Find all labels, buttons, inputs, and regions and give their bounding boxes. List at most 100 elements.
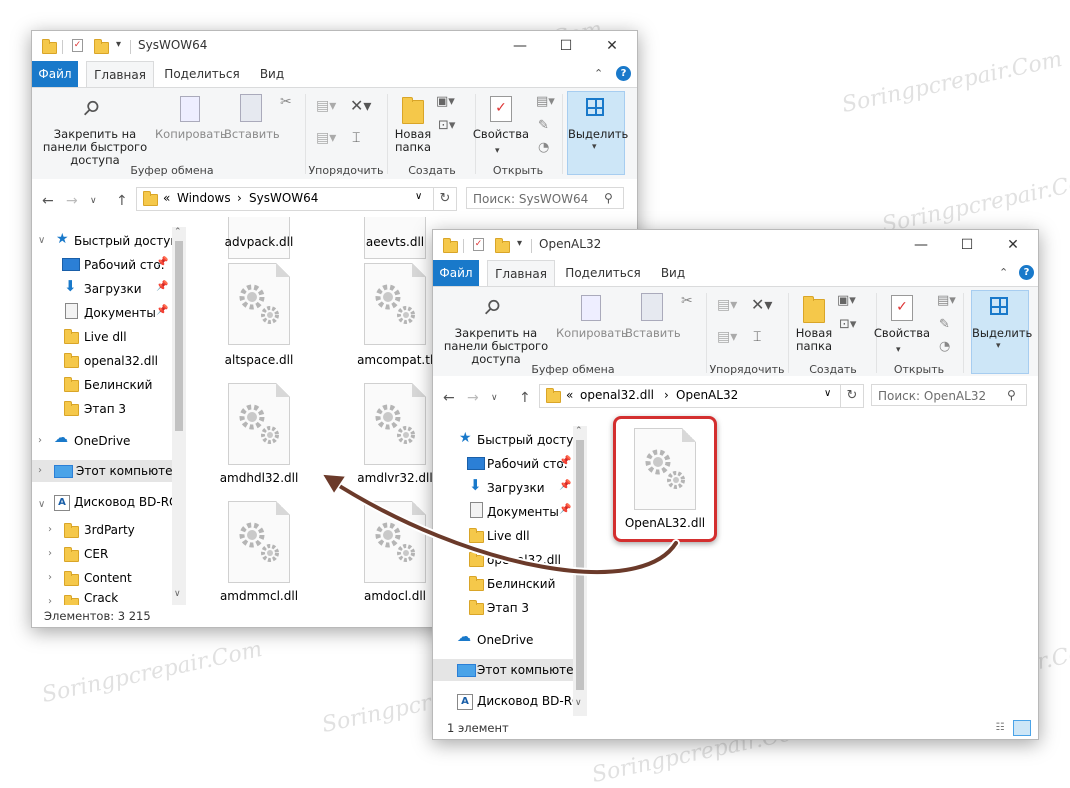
nav-item-this-pc[interactable]: Этот компьютер [433, 659, 581, 681]
tab-share[interactable]: Поделиться [162, 61, 242, 87]
history-icon[interactable]: ◔ [538, 140, 549, 155]
search-input[interactable]: Поиск: SysWOW64 [466, 187, 624, 209]
nav-item-belinsky[interactable]: Белинский [84, 374, 152, 396]
file-name[interactable]: amdmmcl.dll [204, 589, 314, 603]
new-folder-quick-icon[interactable] [94, 39, 109, 54]
collapse-ribbon-icon[interactable]: ⌃ [999, 266, 1008, 279]
new-folder-quick-icon[interactable] [495, 238, 510, 253]
scroll-down-icon[interactable]: ∨ [174, 589, 181, 599]
nav-item-downloads[interactable]: Загрузки [84, 278, 142, 300]
copy-button[interactable]: Копировать [556, 327, 628, 340]
pin-to-quick-access-button[interactable]: Закрепить на панели быстрого доступа [36, 128, 154, 167]
breadcrumb-separator[interactable]: › [237, 191, 242, 205]
large-icons-view-icon[interactable] [1013, 720, 1031, 736]
breadcrumb-syswow64[interactable]: SysWOW64 [249, 191, 318, 205]
expand-chevron-icon[interactable]: › [48, 572, 52, 583]
nav-scrollbar-thumb[interactable] [576, 440, 584, 690]
expand-chevron-icon[interactable]: › [48, 524, 52, 535]
select-group[interactable]: Выделить ▾ [971, 290, 1032, 374]
properties-quick-icon[interactable]: ✓ [473, 238, 484, 251]
select-group[interactable]: Выделить ▾ [567, 91, 628, 175]
file-name[interactable]: advpack.dll [204, 235, 314, 249]
dll-file-gear-icon[interactable] [228, 263, 290, 345]
select-button[interactable]: Выделить [568, 128, 628, 141]
dll-file-gear-icon[interactable] [364, 501, 426, 583]
cut-icon[interactable]: ✂ [280, 94, 292, 110]
forward-arrow-icon[interactable]: → [467, 390, 479, 406]
select-button[interactable]: Выделить [972, 327, 1032, 340]
file-name[interactable]: altspace.dll [204, 353, 314, 367]
file-name[interactable]: OpenAL32.dll [610, 516, 720, 530]
expand-chevron-icon[interactable]: ∨ [38, 499, 45, 510]
nav-item-desktop[interactable]: Рабочий сто. [487, 453, 568, 475]
up-arrow-icon[interactable]: ↑ [116, 193, 128, 209]
nav-item-onedrive[interactable]: OneDrive [74, 430, 130, 452]
address-dropdown-icon[interactable]: ∨ [824, 388, 831, 399]
address-dropdown-icon[interactable]: ∨ [415, 191, 422, 202]
rename-icon[interactable]: ⌶ [352, 130, 360, 146]
new-item-icon[interactable]: ▣▾ [837, 293, 856, 308]
recent-dropdown-icon[interactable]: ∨ [491, 393, 498, 403]
back-arrow-icon[interactable]: ← [443, 390, 455, 406]
breadcrumb-overflow[interactable]: « [163, 191, 170, 205]
help-icon[interactable]: ? [616, 66, 631, 81]
maximize-button[interactable]: ☐ [543, 31, 589, 61]
customize-quick-access-icon[interactable]: ▾ [116, 39, 121, 50]
nav-item-desktop[interactable]: Рабочий сто. [84, 254, 165, 276]
search-input[interactable]: Поиск: OpenAL32 [871, 384, 1027, 406]
delete-icon[interactable]: ✕▾ [350, 96, 371, 115]
refresh-icon[interactable]: ↻ [434, 187, 457, 211]
nav-item-belinsky[interactable]: Белинский [487, 573, 555, 595]
properties-quick-icon[interactable]: ✓ [72, 39, 83, 52]
search-icon[interactable]: ⚲ [604, 191, 613, 205]
close-button[interactable]: ✕ [589, 31, 635, 61]
rename-icon[interactable]: ⌶ [753, 329, 761, 345]
open-dropdown-icon[interactable]: ▾ [896, 345, 901, 355]
minimize-button[interactable]: — [898, 230, 944, 260]
copy-button[interactable]: Копировать [155, 128, 227, 141]
refresh-icon[interactable]: ↻ [841, 384, 864, 408]
back-arrow-icon[interactable]: ← [42, 193, 54, 209]
nav-item-cer[interactable]: CER [84, 543, 108, 565]
tab-view[interactable]: Вид [252, 61, 292, 87]
breadcrumb-openal32-dll[interactable]: openal32.dll [580, 388, 654, 402]
nav-item-bd-rom[interactable]: Дисковод BD-ROI [74, 491, 182, 513]
dll-file-gear-icon[interactable] [228, 383, 290, 465]
copy-to-icon[interactable]: ▤▾ [316, 130, 336, 146]
nav-item-content[interactable]: Content [84, 567, 132, 589]
up-arrow-icon[interactable]: ↑ [519, 390, 531, 406]
nav-item-openal32[interactable]: openal32.dll [487, 549, 561, 571]
properties-button[interactable]: Свойства [472, 128, 530, 141]
edit-icon[interactable]: ✎ [939, 317, 950, 332]
dll-file-gear-icon[interactable] [364, 383, 426, 465]
nav-item-downloads[interactable]: Загрузки [487, 477, 545, 499]
expand-chevron-icon[interactable]: › [48, 548, 52, 559]
nav-item-live-dll[interactable]: Live dll [487, 525, 530, 547]
maximize-button[interactable]: ☐ [944, 230, 990, 260]
address-bar[interactable]: « openal32.dll › OpenAL32 ∨ [539, 384, 841, 408]
tab-file[interactable]: Файл [433, 260, 479, 286]
tab-home[interactable]: Главная [86, 61, 154, 88]
properties-button[interactable]: Свойства [873, 327, 931, 340]
expand-chevron-icon[interactable]: ∨ [38, 235, 45, 246]
tab-home[interactable]: Главная [487, 260, 555, 287]
nav-scrollbar[interactable]: ⌃ ∨ [172, 227, 186, 607]
breadcrumb-openal32[interactable]: OpenAL32 [676, 388, 738, 402]
nav-item-bd-rom[interactable]: Дисковод BD-ROI [477, 690, 585, 712]
breadcrumb-overflow[interactable]: « [566, 388, 573, 402]
open-dropdown-icon[interactable]: ▾ [495, 146, 500, 156]
tab-file[interactable]: Файл [32, 61, 78, 87]
nav-item-this-pc[interactable]: › Этот компьютер [32, 460, 180, 482]
new-folder-button[interactable]: Новая папка [791, 327, 837, 353]
tab-share[interactable]: Поделиться [563, 260, 643, 286]
easy-access-icon[interactable]: ⊡▾ [438, 118, 455, 133]
new-item-icon[interactable]: ▣▾ [436, 94, 455, 109]
delete-icon[interactable]: ✕▾ [751, 295, 772, 314]
help-icon[interactable]: ? [1019, 265, 1034, 280]
open-icon[interactable]: ▤▾ [536, 94, 555, 109]
cut-icon[interactable]: ✂ [681, 293, 693, 309]
dll-file-gear-icon[interactable] [228, 501, 290, 583]
file-name[interactable]: amdhdl32.dll [204, 471, 314, 485]
tab-view[interactable]: Вид [653, 260, 693, 286]
easy-access-icon[interactable]: ⊡▾ [839, 317, 856, 332]
